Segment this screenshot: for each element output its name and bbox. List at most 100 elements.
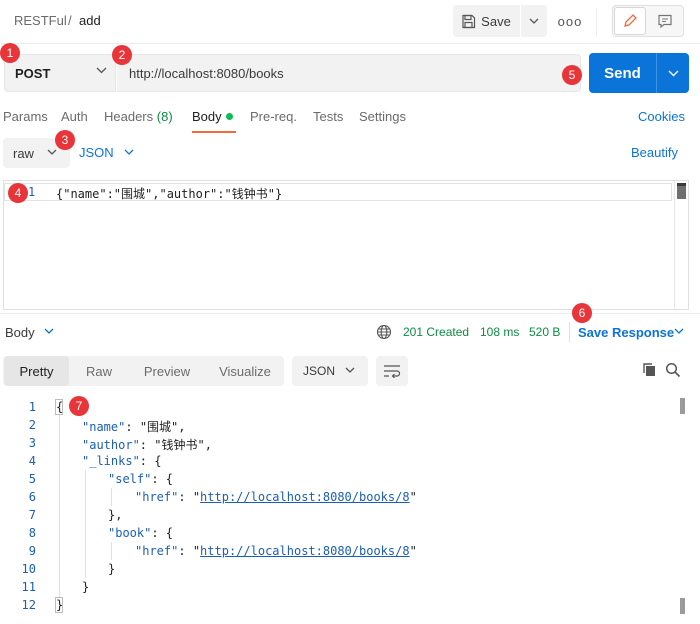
more-actions-button[interactable]: ooo bbox=[556, 8, 584, 34]
line-number: 11 bbox=[21, 580, 36, 594]
chevron-down-icon bbox=[674, 328, 684, 334]
divider bbox=[569, 322, 570, 342]
chevron-down-icon bbox=[668, 70, 678, 76]
comment-icon bbox=[658, 14, 672, 29]
save-button[interactable]: Save bbox=[453, 5, 519, 37]
beautify-button[interactable]: Beautify bbox=[631, 145, 678, 160]
top-bar bbox=[0, 0, 700, 44]
tab-prerequest-script[interactable]: Pre-req. bbox=[250, 109, 297, 124]
annotation-badge: 6 bbox=[572, 303, 592, 323]
response-format-select[interactable]: JSON bbox=[292, 356, 368, 386]
tab-params[interactable]: Params bbox=[3, 109, 48, 124]
save-options-dropdown[interactable] bbox=[520, 5, 547, 37]
scrollbar-thumb[interactable] bbox=[680, 598, 685, 614]
code-line[interactable]: "name": "围城", bbox=[82, 418, 186, 435]
scrollbar-thumb[interactable] bbox=[677, 183, 686, 199]
quote: " bbox=[192, 544, 201, 558]
code-line[interactable]: } bbox=[82, 580, 89, 594]
chevron-down-icon bbox=[345, 367, 355, 373]
send-button[interactable]: Send bbox=[589, 53, 656, 93]
url-input[interactable]: http://localhost:8080/books bbox=[117, 54, 581, 92]
view-tab-visualize[interactable]: Visualize bbox=[207, 356, 283, 386]
tab-headers[interactable]: Headers (8) bbox=[104, 109, 173, 124]
line-number: 2 bbox=[28, 418, 36, 432]
view-tab-raw[interactable]: Raw bbox=[71, 356, 127, 386]
code-line[interactable]: } bbox=[56, 598, 63, 612]
json-key: "self" bbox=[108, 472, 152, 486]
request-body-code[interactable]: {"name":"围城","author":"钱钟书"} bbox=[56, 185, 282, 202]
tab-headers-label: Headers bbox=[104, 109, 154, 124]
response-size[interactable]: 520 B bbox=[529, 325, 560, 339]
response-body-select[interactable]: Body bbox=[5, 325, 35, 340]
editor-scrollbar[interactable] bbox=[674, 181, 688, 309]
send-button-group: Send bbox=[589, 53, 689, 93]
view-tab-pretty[interactable]: Pretty bbox=[4, 356, 69, 386]
json-key: "name" bbox=[82, 420, 126, 434]
breadcrumb-request-name[interactable]: add bbox=[79, 13, 101, 28]
save-button-group: Save bbox=[453, 5, 547, 37]
line-number: 10 bbox=[21, 562, 36, 576]
send-options-dropdown[interactable] bbox=[656, 53, 689, 93]
tab-tests[interactable]: Tests bbox=[313, 109, 343, 124]
wrap-lines-button[interactable] bbox=[376, 356, 408, 386]
pane-divider[interactable] bbox=[0, 313, 700, 314]
tab-settings[interactable]: Settings bbox=[359, 109, 406, 124]
quote: " bbox=[192, 490, 201, 504]
code-line[interactable]: "book": { bbox=[108, 526, 173, 540]
tab-auth[interactable]: Auth bbox=[61, 109, 88, 124]
brace: } bbox=[82, 580, 90, 594]
brace: } bbox=[56, 598, 64, 612]
code-line[interactable]: "author": "钱钟书", bbox=[82, 436, 212, 453]
json-key: "href" bbox=[135, 544, 179, 558]
line-number: 7 bbox=[28, 508, 36, 522]
globe-icon[interactable] bbox=[376, 324, 392, 340]
response-time[interactable]: 108 ms bbox=[480, 325, 519, 339]
annotation-badge: 7 bbox=[69, 396, 89, 416]
status-code[interactable]: 201 Created bbox=[403, 325, 469, 339]
code-line[interactable]: "href": "http://localhost:8080/books/8" bbox=[135, 490, 417, 504]
code-line[interactable]: "_links": { bbox=[82, 454, 161, 468]
code-line[interactable]: }, bbox=[108, 508, 122, 522]
view-tab-preview[interactable]: Preview bbox=[129, 356, 205, 386]
punctuation: , bbox=[178, 420, 186, 434]
annotation-badge: 4 bbox=[8, 183, 28, 203]
cookies-link[interactable]: Cookies bbox=[638, 109, 685, 124]
annotation-badge: 3 bbox=[55, 130, 75, 150]
brace: } bbox=[108, 562, 116, 576]
line-number: 4 bbox=[28, 454, 36, 468]
body-active-indicator bbox=[226, 113, 233, 120]
json-key: "_links" bbox=[82, 454, 140, 468]
tab-body[interactable]: Body bbox=[192, 109, 222, 124]
save-icon bbox=[462, 14, 476, 28]
view-mode-toggle bbox=[612, 5, 684, 37]
chevron-down-icon bbox=[529, 18, 539, 24]
line-number: 1 bbox=[28, 400, 36, 414]
brace: }, bbox=[108, 508, 123, 522]
punctuation: : { bbox=[151, 472, 174, 486]
url-link[interactable]: http://localhost:8080/books/8 bbox=[200, 544, 410, 558]
line-number: 12 bbox=[21, 598, 36, 612]
code-line[interactable]: "href": "http://localhost:8080/books/8" bbox=[135, 544, 417, 558]
code-line[interactable]: "self": { bbox=[108, 472, 173, 486]
code-line[interactable]: { bbox=[56, 400, 63, 414]
comments-button[interactable] bbox=[649, 7, 681, 35]
headers-count-badge: (8) bbox=[156, 109, 173, 124]
annotation-badge: 1 bbox=[0, 43, 20, 63]
body-language-select[interactable]: JSON bbox=[79, 145, 114, 160]
json-value: "围城" bbox=[139, 420, 179, 434]
chevron-down-icon bbox=[47, 149, 57, 155]
response-view-tabs: Pretty Raw Preview Visualize bbox=[3, 356, 284, 386]
scrollbar-thumb[interactable] bbox=[680, 398, 685, 414]
breadcrumb-collection[interactable]: RESTFul bbox=[14, 13, 67, 28]
quote: " bbox=[409, 544, 417, 558]
chevron-down-icon bbox=[124, 149, 134, 155]
line-number: 8 bbox=[28, 526, 36, 540]
save-response-button[interactable]: Save Response bbox=[578, 325, 674, 340]
url-link[interactable]: http://localhost:8080/books/8 bbox=[200, 490, 410, 504]
annotation-badge: 2 bbox=[112, 45, 132, 65]
indent-guide bbox=[111, 488, 112, 506]
search-icon[interactable] bbox=[665, 362, 681, 378]
code-line[interactable]: } bbox=[108, 562, 115, 576]
copy-icon[interactable] bbox=[641, 362, 657, 378]
edit-mode-button[interactable] bbox=[614, 7, 646, 35]
